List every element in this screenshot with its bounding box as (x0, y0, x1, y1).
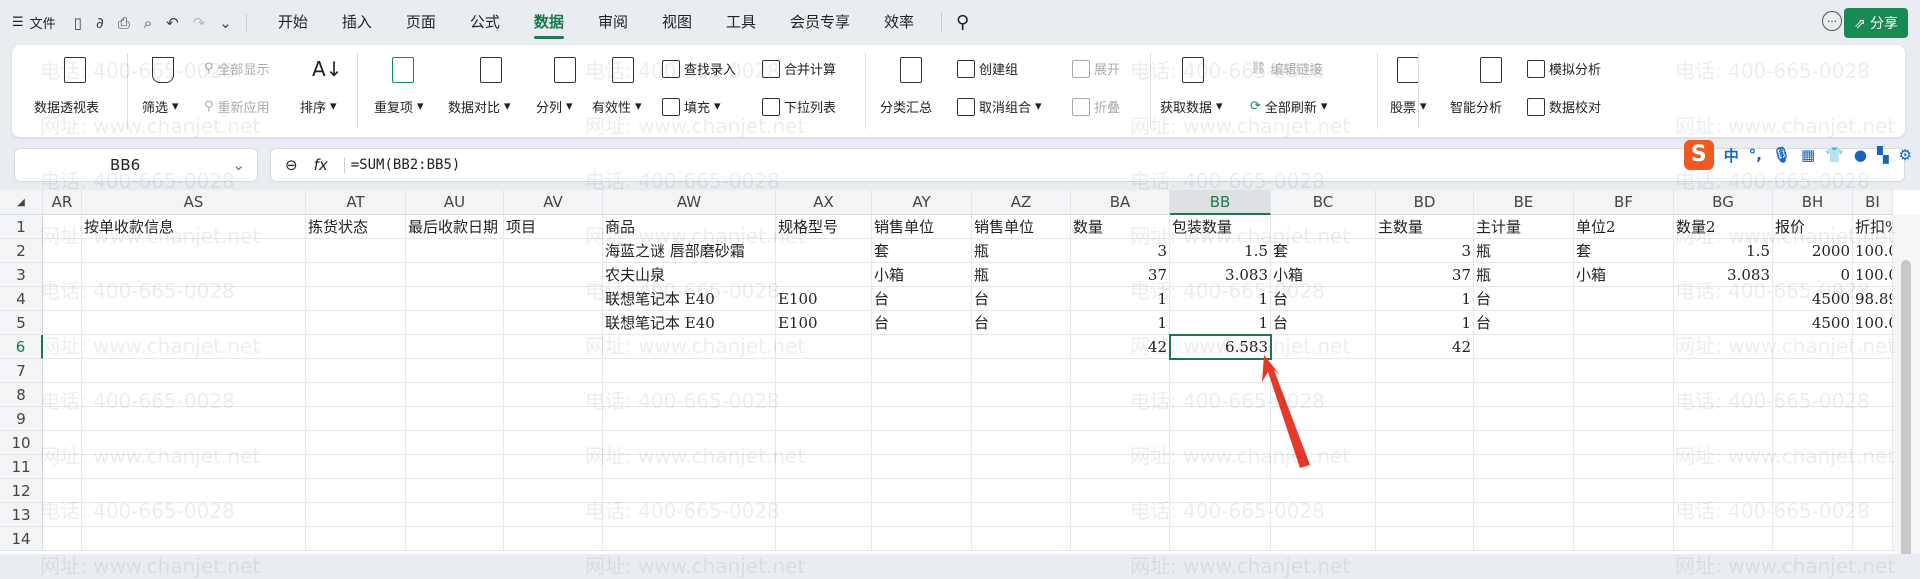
watermark-site: 网址: www.chanjet.net (40, 554, 261, 578)
watermark-site: 网址: www.chanjet.net (1675, 554, 1896, 578)
watermark-site: 网址: www.chanjet.net (585, 554, 806, 578)
watermark-site: 网址: www.chanjet.net (1130, 554, 1351, 578)
annotation-arrow (1262, 355, 1310, 468)
